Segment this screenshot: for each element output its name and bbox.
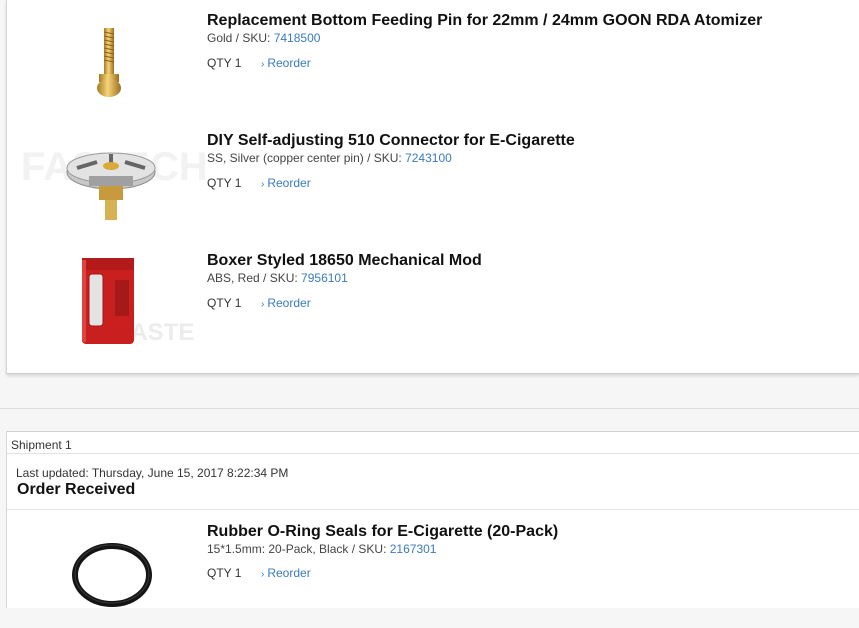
product-title[interactable]: Replacement Bottom Feeding Pin for 22mm … bbox=[207, 12, 762, 30]
sku-link[interactable]: 7418500 bbox=[274, 31, 321, 45]
divider bbox=[7, 453, 859, 454]
product-variant: Gold / SKU: 7418500 bbox=[207, 31, 320, 45]
variant-text: Gold / SKU: bbox=[207, 31, 274, 45]
product-variant: SS, Silver (copper center pin) / SKU: 72… bbox=[207, 151, 452, 165]
reorder-link[interactable]: › Reorder bbox=[261, 176, 311, 190]
quantity-label: QTY 1 bbox=[207, 296, 242, 310]
list-item: Rubber O-Ring Seals for E-Cigarette (20-… bbox=[7, 510, 859, 628]
quantity-label: QTY 1 bbox=[207, 176, 242, 190]
reorder-link[interactable]: › Reorder bbox=[261, 296, 311, 310]
shipment-status: Order Received bbox=[17, 481, 136, 498]
product-variant: 15*1.5mm: 20-Pack, Black / SKU: 2167301 bbox=[207, 542, 436, 556]
variant-text: SS, Silver (copper center pin) / SKU: bbox=[207, 151, 406, 165]
reorder-link[interactable]: › Reorder bbox=[261, 56, 311, 70]
quantity-label: QTY 1 bbox=[207, 56, 242, 70]
reorder-link[interactable]: › Reorder bbox=[261, 566, 311, 580]
reorder-label: Reorder bbox=[267, 176, 311, 190]
sku-link[interactable]: 7243100 bbox=[405, 151, 452, 165]
product-thumbnail[interactable] bbox=[19, 510, 209, 622]
product-thumbnail[interactable]: FASTE bbox=[19, 240, 209, 352]
reorder-label: Reorder bbox=[267, 296, 311, 310]
chevron-right-icon: › bbox=[261, 299, 265, 310]
variant-text: 15*1.5mm: 20-Pack, Black / SKU: bbox=[207, 542, 390, 556]
product-title[interactable]: DIY Self-adjusting 510 Connector for E-C… bbox=[207, 132, 575, 150]
sku-link[interactable]: 7956101 bbox=[301, 271, 348, 285]
chevron-right-icon: › bbox=[261, 59, 265, 70]
section-divider bbox=[0, 408, 859, 409]
chevron-right-icon: › bbox=[261, 179, 265, 190]
reorder-label: Reorder bbox=[267, 566, 311, 580]
shipment-card: Shipment 1 Last updated: Thursday, June … bbox=[6, 431, 859, 608]
list-item: FASTECH DIY Self-adjusting 510 Connector… bbox=[7, 120, 859, 238]
list-item: FASTE Boxer Styled 18650 Mechanical Mod … bbox=[7, 240, 859, 358]
product-title[interactable]: Rubber O-Ring Seals for E-Cigarette (20-… bbox=[207, 523, 558, 541]
order-items-card: Replacement Bottom Feeding Pin for 22mm … bbox=[6, 0, 859, 374]
product-thumbnail[interactable] bbox=[19, 0, 209, 112]
list-item: Replacement Bottom Feeding Pin for 22mm … bbox=[7, 0, 859, 118]
shipment-label: Shipment 1 bbox=[11, 438, 72, 452]
variant-text: ABS, Red / SKU: bbox=[207, 271, 302, 285]
last-updated-text: Last updated: Thursday, June 15, 2017 8:… bbox=[16, 466, 289, 480]
quantity-label: QTY 1 bbox=[207, 566, 242, 580]
sku-link[interactable]: 2167301 bbox=[390, 542, 437, 556]
product-thumbnail[interactable]: FASTECH bbox=[19, 120, 209, 232]
product-title[interactable]: Boxer Styled 18650 Mechanical Mod bbox=[207, 252, 482, 270]
product-variant: ABS, Red / SKU: 7956101 bbox=[207, 271, 348, 285]
reorder-label: Reorder bbox=[267, 56, 311, 70]
chevron-right-icon: › bbox=[261, 569, 265, 580]
